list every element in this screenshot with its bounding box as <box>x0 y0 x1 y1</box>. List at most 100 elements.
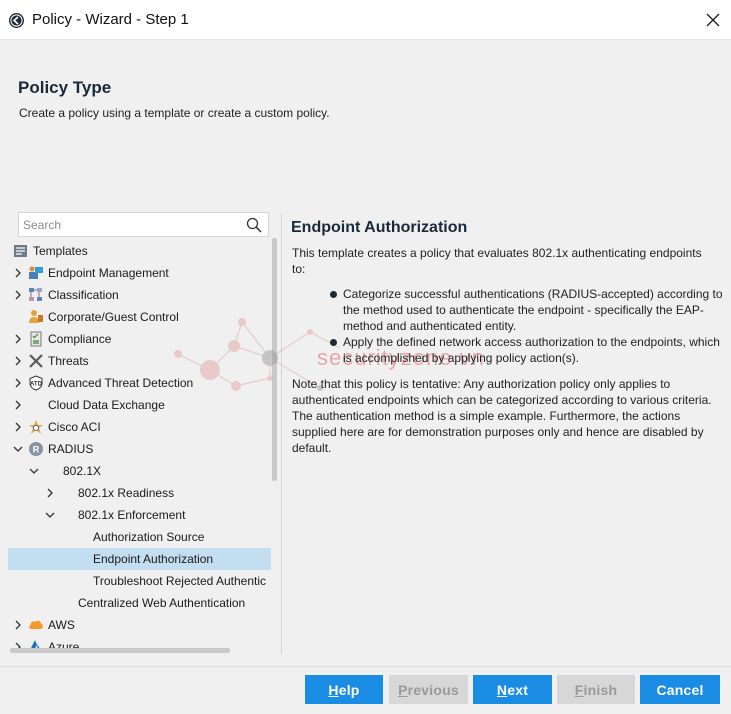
tree-item-classification[interactable]: Classification <box>8 284 271 306</box>
tree-item-templates[interactable]: Templates <box>8 240 271 262</box>
help-label: elp <box>338 681 360 698</box>
tree-item-compliance[interactable]: Compliance <box>8 328 271 350</box>
tree-item-label: 802.1x Enforcement <box>78 508 186 522</box>
help-mnemonic: H <box>328 681 339 698</box>
next-button[interactable]: Next <box>473 675 552 704</box>
help-button[interactable]: Help <box>305 675 383 704</box>
tree-scrollbar-thumb[interactable] <box>272 238 277 481</box>
search-input[interactable] <box>23 217 238 233</box>
tree-item-label: Classification <box>48 288 119 302</box>
tree-item-label: Advanced Threat Detection <box>48 376 194 390</box>
title-bar: Policy - Wizard - Step 1 <box>0 0 731 40</box>
tree-item-label: Cisco ACI <box>48 420 101 434</box>
search-box <box>18 212 269 237</box>
bullet-text: Categorize successful authentications (R… <box>343 287 723 333</box>
chevron-right-icon[interactable] <box>12 399 24 411</box>
next-mnemonic: N <box>496 681 508 698</box>
chevron-right-icon[interactable] <box>12 333 24 345</box>
templates-icon <box>13 243 29 259</box>
previous-mnemonic: P <box>398 681 408 698</box>
tree-item-label: RADIUS <box>48 442 94 456</box>
template-tree: Templates Endpoint Management Classificati… <box>8 240 271 648</box>
chevron-right-icon[interactable] <box>12 267 24 279</box>
tree-item-label: Authorization Source <box>93 530 205 544</box>
tree-item-label: Centralized Web Authentication <box>78 596 246 610</box>
tree-item-label: Compliance <box>48 332 112 346</box>
template-title: Endpoint Authorization <box>291 219 468 236</box>
bullet-icon <box>330 339 337 346</box>
chevron-right-icon[interactable] <box>12 641 24 648</box>
chevron-right-icon[interactable] <box>12 619 24 631</box>
pane-divider[interactable] <box>281 214 282 654</box>
compliance-icon <box>28 331 44 347</box>
app-icon <box>9 13 24 28</box>
tree-item-label: Troubleshoot Rejected Authentic <box>93 574 266 588</box>
tree-item-label: Cloud Data Exchange <box>48 398 165 412</box>
tree-item-label: Corporate/Guest Control <box>48 310 179 324</box>
tree-item-label: 802.1x Readiness <box>78 486 175 500</box>
azure-icon <box>28 639 44 648</box>
template-bullet-list: Categorize successful authentications (R… <box>329 286 724 366</box>
bullet-icon <box>330 291 337 298</box>
tree-item-troubleshoot-rejected-authentic[interactable]: Troubleshoot Rejected Authentic <box>8 570 271 592</box>
chevron-down-icon[interactable] <box>28 465 40 477</box>
previous-button[interactable]: Previous <box>389 675 468 704</box>
bullet-text: Apply the defined network access authori… <box>343 335 720 365</box>
finish-mnemonic: F <box>574 681 584 698</box>
chevron-right-icon[interactable] <box>12 421 24 433</box>
cisco-aci-icon <box>28 419 44 435</box>
tree-item-label: Endpoint Management <box>48 266 169 280</box>
tree-item-802-1x-enforcement[interactable]: 802.1x Enforcement <box>8 504 271 526</box>
bullet-item: Apply the defined network access authori… <box>329 334 724 366</box>
tree-item-label: AWS <box>48 618 75 632</box>
template-note: Note that this policy is tentative: Any … <box>292 377 712 455</box>
next-label: ext <box>507 681 529 698</box>
finish-label: inish <box>583 681 618 698</box>
svg-text:ATD: ATD <box>30 382 43 388</box>
footer-divider <box>0 666 731 667</box>
search-icon[interactable] <box>246 217 262 233</box>
tree-item-authorization-source[interactable]: Authorization Source <box>8 526 271 548</box>
page-subtitle: Create a policy using a template or crea… <box>19 106 330 120</box>
tree-item-endpoint-management[interactable]: Endpoint Management <box>8 262 271 284</box>
tree-item-centralized-web-authentication[interactable]: Centralized Web Authentication <box>8 592 271 614</box>
tree-item-802-1x-readiness[interactable]: 802.1x Readiness <box>8 482 271 504</box>
tree-item-label: Threats <box>48 354 89 368</box>
aws-icon <box>28 617 44 633</box>
guest-control-icon <box>28 309 44 325</box>
window-title: Policy - Wizard - Step 1 <box>32 11 189 28</box>
page-title: Policy Type <box>18 78 112 97</box>
tree-item-advanced-threat-detection[interactable]: ATD Advanced Threat Detection <box>8 372 271 394</box>
tree-item-label: Azure <box>48 640 80 648</box>
finish-button[interactable]: Finish <box>557 675 635 704</box>
chevron-right-icon[interactable] <box>12 355 24 367</box>
template-intro: This template creates a policy that eval… <box>292 246 702 276</box>
tree-item-endpoint-authorization[interactable]: Endpoint Authorization <box>8 548 271 570</box>
tree-item-802-1x[interactable]: 802.1X <box>8 460 271 482</box>
bullet-item: Categorize successful authentications (R… <box>329 286 724 334</box>
radius-icon: R <box>28 441 44 457</box>
chevron-right-icon[interactable] <box>44 487 56 499</box>
chevron-down-icon[interactable] <box>12 443 24 455</box>
chevron-right-icon[interactable] <box>12 289 24 301</box>
tree-item-threats[interactable]: Threats <box>8 350 271 372</box>
tree-item-radius[interactable]: R RADIUS <box>8 438 271 460</box>
previous-label: revious <box>407 681 459 698</box>
chevron-right-icon[interactable] <box>12 377 24 389</box>
tree-item-corporate-guest-control[interactable]: Corporate/Guest Control <box>8 306 271 328</box>
cancel-button[interactable]: Cancel <box>640 675 720 704</box>
tree-horizontal-scrollbar-thumb[interactable] <box>10 648 230 653</box>
classification-icon <box>28 287 44 303</box>
tree-item-label: Templates <box>33 244 88 258</box>
atd-icon: ATD <box>28 375 44 391</box>
close-icon[interactable] <box>701 8 725 32</box>
endpoint-management-icon <box>28 265 44 281</box>
tree-item-cisco-aci[interactable]: Cisco ACI <box>8 416 271 438</box>
tree-item-aws[interactable]: AWS <box>8 614 271 636</box>
tree-item-cloud-data-exchange[interactable]: Cloud Data Exchange <box>8 394 271 416</box>
threats-icon <box>28 353 44 369</box>
svg-text:R: R <box>33 445 40 455</box>
tree-item-label: Endpoint Authorization <box>93 552 214 566</box>
tree-item-azure[interactable]: Azure <box>8 636 271 648</box>
chevron-down-icon[interactable] <box>44 509 56 521</box>
